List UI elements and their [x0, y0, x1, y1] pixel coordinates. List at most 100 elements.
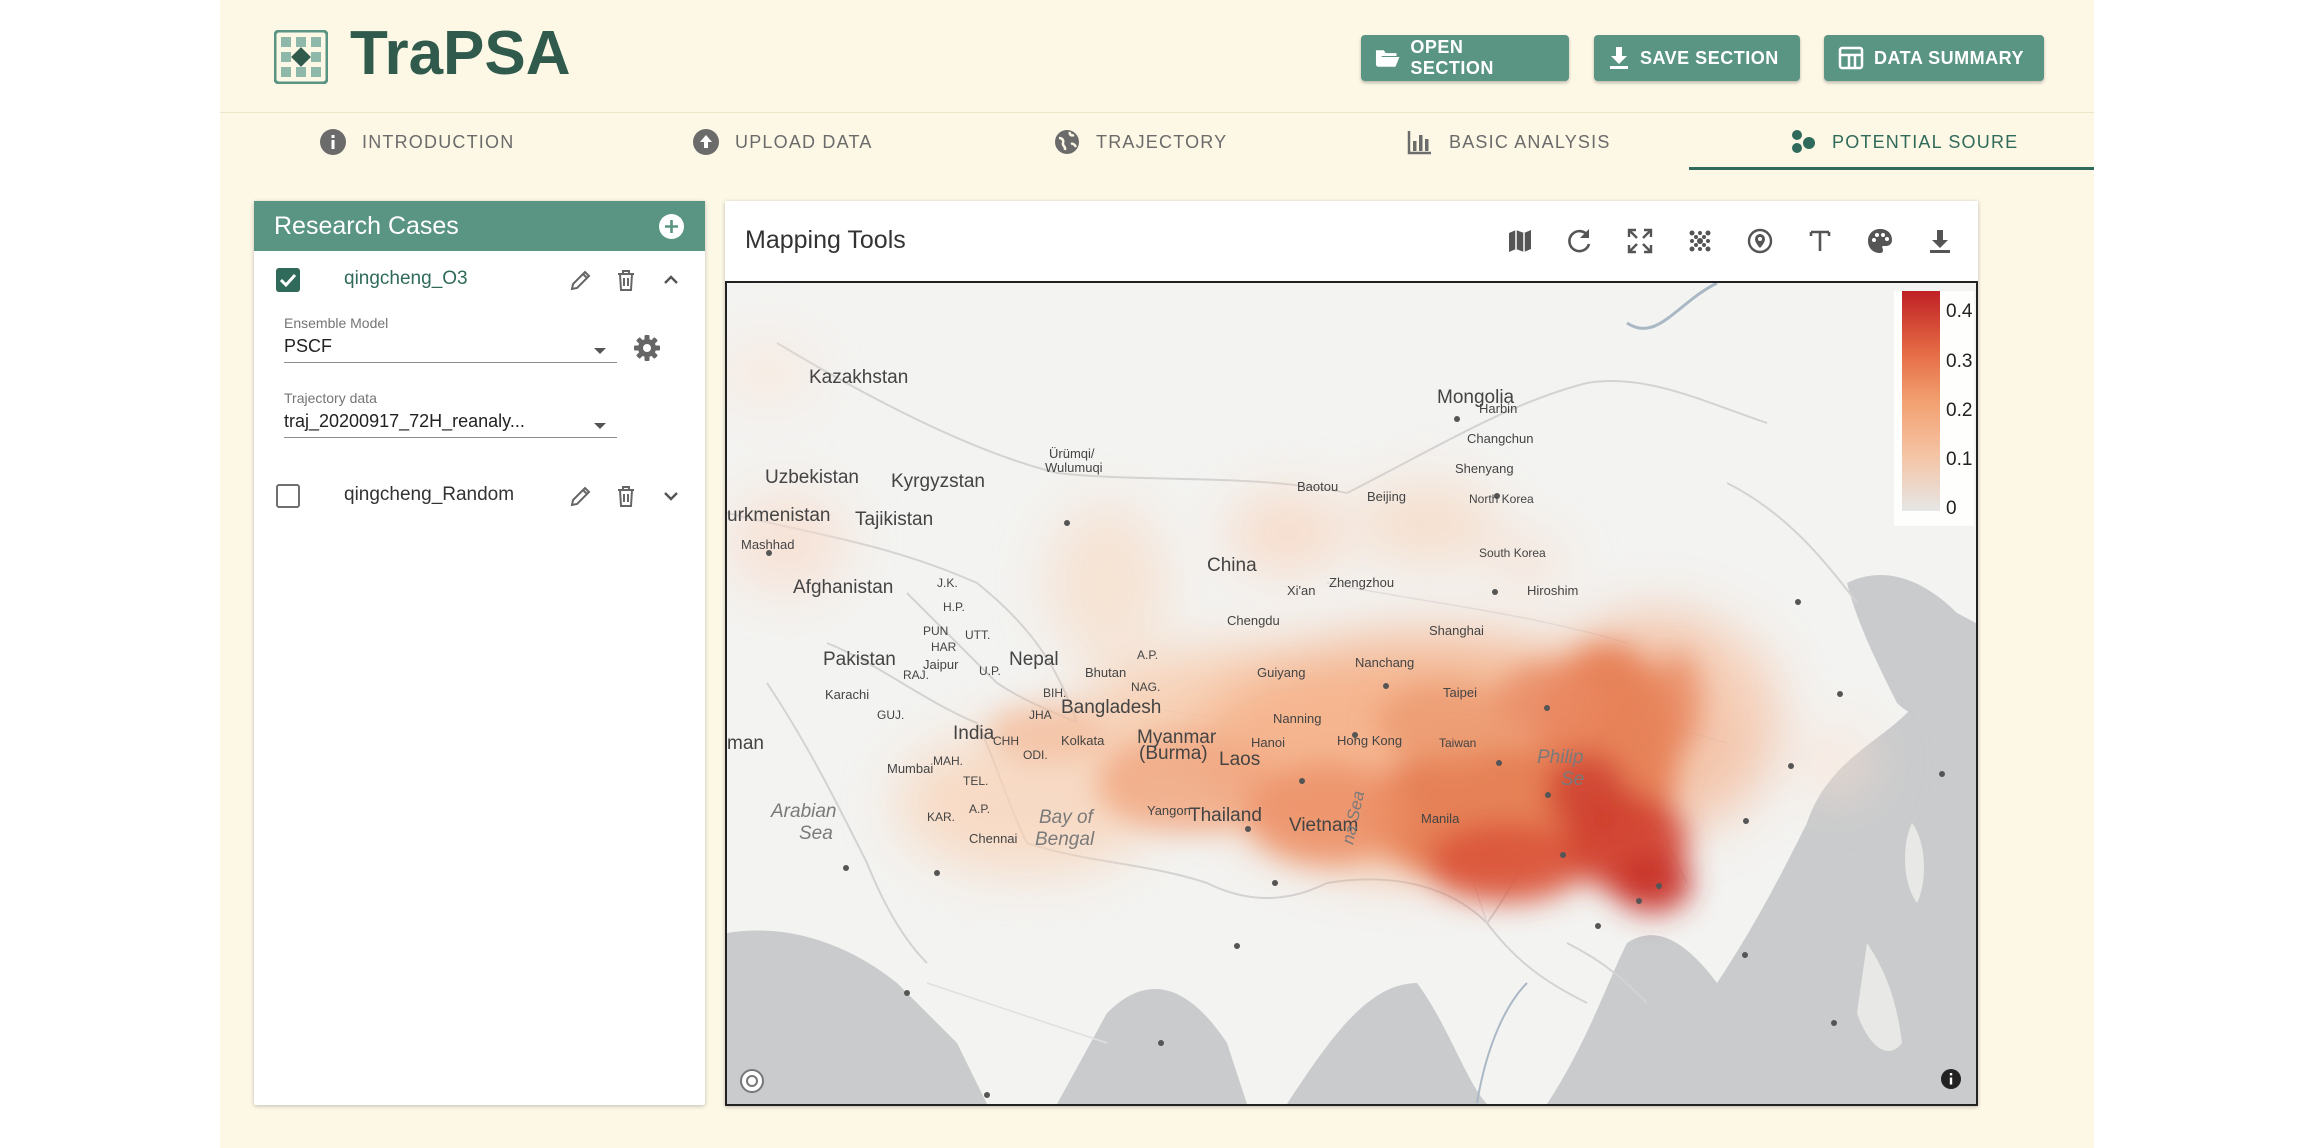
map-label: China — [1207, 555, 1257, 576]
download-icon — [1610, 47, 1628, 69]
delete-icon[interactable] — [614, 268, 638, 292]
map-label: H.P. — [943, 600, 965, 614]
logo-icon — [274, 30, 328, 84]
map-label: U.P. — [979, 664, 1001, 678]
grid-dots-icon[interactable] — [1685, 226, 1715, 256]
map-icon[interactable] — [1505, 226, 1535, 256]
mapbox-logo-icon[interactable] — [739, 1068, 765, 1094]
map-label: Kyrgyzstan — [891, 471, 985, 492]
map-label: Xi'an — [1287, 583, 1316, 598]
ensemble-model-label: Ensemble Model — [284, 315, 389, 331]
map-label: J.K. — [937, 576, 958, 590]
map-label: Beijing — [1367, 489, 1406, 504]
map-label: Se — [1561, 769, 1584, 790]
app-title: TraPSA — [350, 19, 571, 88]
data-summary-button[interactable]: DATA SUMMARY — [1824, 35, 2044, 81]
save-section-label: SAVE SECTION — [1640, 47, 1779, 68]
globe-icon — [1055, 130, 1079, 154]
case-name: qingcheng_O3 — [344, 268, 468, 289]
map-label: South Korea — [1479, 546, 1546, 560]
map-label: Nanchang — [1355, 655, 1414, 670]
trajectory-data-select[interactable]: traj_20200917_72H_reanaly... — [284, 411, 525, 432]
case-checkbox-unchecked[interactable] — [276, 484, 300, 508]
tab-trajectory[interactable]: TRAJECTORY — [1054, 113, 1227, 171]
legend-tick: 0.1 — [1946, 449, 1973, 470]
download-icon[interactable] — [1925, 226, 1955, 256]
save-section-button[interactable]: SAVE SECTION — [1594, 35, 1800, 81]
map-label: Wulumuqi — [1045, 460, 1103, 475]
trajectory-data-label: Trajectory data — [284, 390, 377, 406]
map-label: Uzbekistan — [765, 467, 859, 488]
text-icon[interactable] — [1805, 226, 1835, 256]
map-label: Arabian — [770, 801, 837, 822]
legend-tick: 0.2 — [1946, 400, 1973, 421]
bubbles-icon — [1792, 130, 1815, 153]
tab-upload-data-label: UPLOAD DATA — [735, 131, 873, 152]
map-label: Mumbai — [887, 761, 933, 776]
map-canvas: Kazakhstan Mongolia Uzbekistan Kyrgyzsta… — [727, 283, 1976, 1104]
mapping-tools-panel: Mapping Tools Kazakhstan Mongolia Uzbeki… — [725, 201, 1978, 1106]
map-label: Karachi — [825, 687, 869, 702]
chevron-up-icon[interactable] — [659, 268, 683, 292]
info-icon[interactable] — [1940, 1068, 1962, 1090]
map-label: A.P. — [969, 802, 990, 816]
info-icon — [320, 129, 346, 155]
map-label: Tajikistan — [855, 509, 933, 530]
trajectory-underline — [284, 437, 617, 438]
chevron-down-icon[interactable] — [659, 484, 683, 508]
folder-open-icon — [1375, 50, 1400, 67]
tab-potential-source-label: POTENTIAL SOURE — [1832, 131, 2019, 152]
map-label: NAG. — [1131, 680, 1160, 694]
map-label: Pakistan — [823, 649, 896, 670]
research-cases-title: Research Cases — [274, 212, 459, 240]
map-label: Shanghai — [1429, 623, 1484, 638]
map-label: Chennai — [969, 831, 1018, 846]
location-pin-icon[interactable] — [1745, 226, 1775, 256]
map-label: Mashhad — [741, 537, 794, 552]
legend-gradient — [1902, 291, 1940, 511]
refresh-icon[interactable] — [1565, 226, 1595, 256]
trajectory-dropdown-icon[interactable] — [594, 423, 606, 429]
tab-introduction-label: INTRODUCTION — [362, 131, 515, 152]
case-checkbox-checked[interactable] — [276, 268, 300, 292]
map-label: Nanning — [1273, 711, 1321, 726]
legend-tick: 0 — [1946, 498, 1957, 519]
map-label: MAH. — [933, 754, 963, 768]
map-label: ODI. — [1023, 748, 1048, 762]
ensemble-dropdown-icon[interactable] — [594, 348, 606, 354]
map-label: (Burma) — [1139, 743, 1208, 764]
map-label: KAR. — [927, 810, 955, 824]
color-legend: 0.4 0.3 0.2 0.1 0 — [1894, 291, 1974, 526]
add-case-icon[interactable] — [658, 213, 685, 240]
app-root: TraPSA OPEN SECTION SAVE SECTION DATA SU… — [220, 0, 2094, 1148]
gear-icon[interactable] — [633, 334, 661, 362]
map-label: India — [953, 723, 995, 744]
case-row-qingcheng-o3[interactable]: qingcheng_O3 — [254, 255, 705, 305]
tab-upload-data[interactable]: UPLOAD DATA — [693, 113, 873, 171]
open-section-label: OPEN SECTION — [1410, 37, 1494, 78]
map-label: CHH — [993, 734, 1019, 748]
map-label: Ürümqi/ — [1049, 446, 1095, 461]
map-label: urkmenistan — [727, 505, 831, 526]
pscf-map[interactable]: Kazakhstan Mongolia Uzbekistan Kyrgyzsta… — [725, 281, 1978, 1106]
palette-icon[interactable] — [1865, 226, 1895, 256]
tab-introduction[interactable]: INTRODUCTION — [320, 113, 514, 171]
mapping-tools-title: Mapping Tools — [745, 226, 906, 254]
map-label: Sea — [799, 823, 833, 844]
delete-icon[interactable] — [614, 484, 638, 508]
map-label: Philip — [1537, 747, 1583, 768]
map-label: TEL. — [963, 774, 988, 788]
map-label: Laos — [1219, 749, 1260, 770]
tab-basic-analysis[interactable]: BASIC ANALYSIS — [1407, 113, 1611, 171]
map-label: HAR — [931, 640, 957, 654]
map-label: A.P. — [1137, 648, 1158, 662]
edit-icon[interactable] — [569, 268, 593, 292]
ensemble-model-select[interactable]: PSCF — [284, 336, 332, 357]
edit-icon[interactable] — [569, 484, 593, 508]
fullscreen-icon[interactable] — [1625, 226, 1655, 256]
open-section-button[interactable]: OPEN SECTION — [1361, 35, 1569, 81]
map-label: Taiwan — [1439, 736, 1476, 750]
map-label: Baotou — [1297, 479, 1338, 494]
tab-potential-source[interactable]: POTENTIAL SOURE — [1790, 113, 2018, 171]
case-row-qingcheng-random[interactable]: qingcheng_Random — [254, 471, 705, 521]
